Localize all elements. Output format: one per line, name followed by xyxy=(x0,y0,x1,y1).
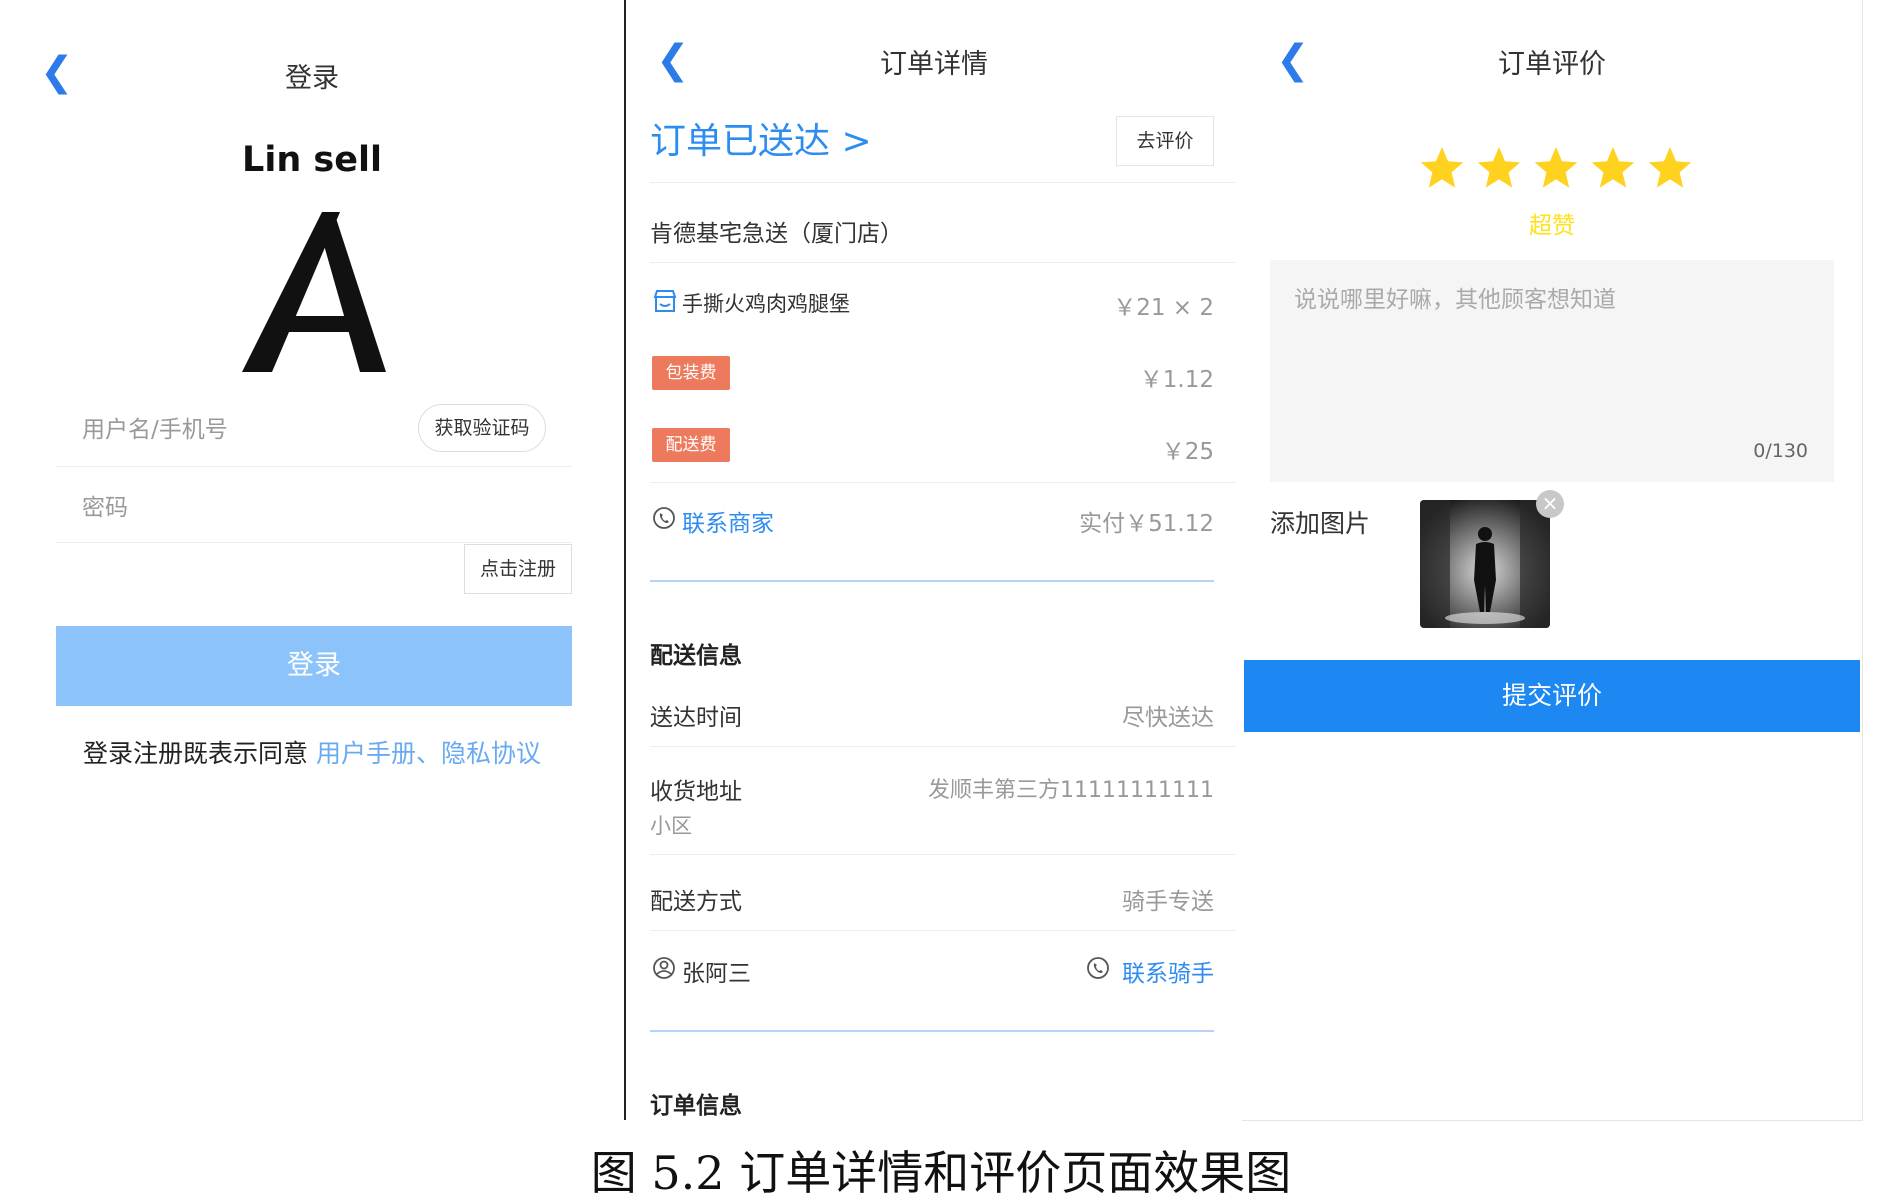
review-placeholder: 说说哪里好嘛，其他顾客想知道 xyxy=(1294,287,1616,313)
delivery-section-title: 配送信息 xyxy=(650,643,742,669)
username-row: 用户名/手机号 获取验证码 xyxy=(56,386,572,467)
order-review-page: ❮ 订单评价 超赞 说说哪里好嘛，其他顾客想知道 0/130 添加图片 × 提交… xyxy=(1242,0,1863,1121)
rider-name: 张阿三 xyxy=(682,961,751,987)
delivery-method-value: 骑手专送 xyxy=(1122,889,1214,915)
star-icon[interactable] xyxy=(1532,144,1580,192)
login-button[interactable]: 登录 xyxy=(56,626,572,706)
item-price: ￥21 × 2 xyxy=(1113,295,1214,321)
address-label: 收货地址 xyxy=(650,779,742,805)
agreement-links[interactable]: 用户手册、隐私协议 xyxy=(316,739,541,768)
paid-total: 实付￥51.12 xyxy=(1079,511,1214,537)
go-review-button[interactable]: 去评价 xyxy=(1116,116,1214,166)
password-row: 密码 xyxy=(56,466,572,543)
password-input[interactable]: 密码 xyxy=(82,488,128,522)
rating-text: 超赞 xyxy=(1529,213,1575,239)
shop-name: 肯德基宅急送（厦门店） xyxy=(650,221,903,247)
page-title: 订单详情 xyxy=(880,49,988,80)
agreement-prefix: 登录注册既表示同意 xyxy=(83,739,309,768)
char-counter: 0/130 xyxy=(1753,440,1808,462)
address-value: 发顺丰第三方11111111111 xyxy=(928,778,1214,803)
username-input[interactable]: 用户名/手机号 xyxy=(82,410,228,444)
order-status-link[interactable]: 订单已送达 > xyxy=(650,112,872,164)
phone-icon xyxy=(653,507,675,529)
brand-name: Lin sell xyxy=(242,140,382,180)
review-textarea[interactable]: 说说哪里好嘛，其他顾客想知道 0/130 xyxy=(1270,260,1834,482)
address-sub: 小区 xyxy=(650,814,692,838)
packaging-fee: ￥1.12 xyxy=(1139,367,1214,393)
star-icon[interactable] xyxy=(1475,144,1523,192)
remove-image-close-icon[interactable]: × xyxy=(1536,490,1564,518)
get-code-button[interactable]: 获取验证码 xyxy=(418,404,546,452)
item-name: 手撕火鸡肉鸡腿堡 xyxy=(682,292,850,316)
delivery-fee: ￥25 xyxy=(1161,439,1214,465)
uploaded-image-thumbnail[interactable] xyxy=(1420,500,1550,628)
delivery-method-label: 配送方式 xyxy=(650,889,742,915)
register-button[interactable]: 点击注册 xyxy=(464,544,572,594)
delivery-time-label: 送达时间 xyxy=(650,705,742,731)
contact-merchant-link[interactable]: 联系商家 xyxy=(682,504,774,538)
login-page: ❮ 登录 Lin sell 用户名/手机号 获取验证码 密码 点击注册 登录 登… xyxy=(0,0,624,1120)
rating-stars[interactable] xyxy=(1418,144,1694,192)
phone-icon xyxy=(1087,957,1109,979)
page-title: 订单评价 xyxy=(1498,49,1606,80)
star-icon[interactable] xyxy=(1418,144,1466,192)
page-title: 登录 xyxy=(285,63,339,94)
user-icon xyxy=(653,957,675,979)
agreement-text: 登录注册既表示同意 用户手册、隐私协议 xyxy=(0,734,624,770)
delivery-time-value: 尽快送达 xyxy=(1122,705,1214,731)
brand-logo xyxy=(242,212,386,372)
order-info-section-title: 订单信息 xyxy=(650,1093,742,1119)
add-image-label: 添加图片 xyxy=(1270,509,1371,538)
packaging-fee-tag: 包装费 xyxy=(652,356,730,390)
figure-caption: 图 5.2 订单详情和评价页面效果图 xyxy=(590,1146,1292,1200)
delivery-fee-tag: 配送费 xyxy=(652,428,730,462)
order-detail-page: ❮ 订单详情 订单已送达 > 去评价 肯德基宅急送（厦门店） 手撕火鸡肉鸡腿堡 … xyxy=(624,0,1243,1120)
contact-rider-link[interactable]: 联系骑手 xyxy=(1122,954,1214,988)
shop-icon xyxy=(653,290,677,312)
star-icon[interactable] xyxy=(1589,144,1637,192)
submit-review-button[interactable]: 提交评价 xyxy=(1244,660,1860,732)
star-icon[interactable] xyxy=(1646,144,1694,192)
